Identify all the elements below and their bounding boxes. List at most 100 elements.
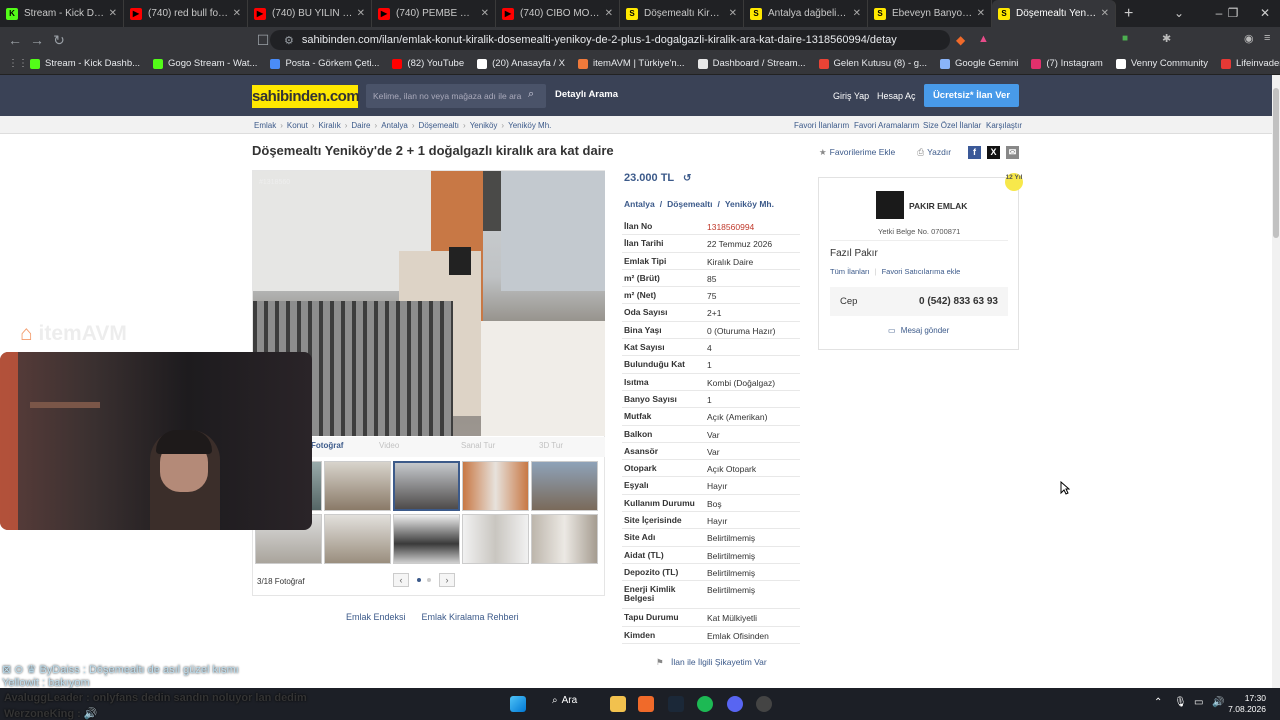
close-tab-icon[interactable]: ✕ — [109, 8, 117, 19]
breadcrumb-item[interactable]: Kiralık — [318, 121, 340, 130]
add-favorite-link[interactable]: Favorilerime Ekle — [830, 147, 896, 158]
bookmark-item[interactable]: Lifeinvader - VennyV — [1220, 58, 1280, 69]
thumbnail-active[interactable] — [393, 461, 460, 511]
close-tab-icon[interactable]: ✕ — [605, 8, 613, 19]
bookmark-item[interactable]: Gelen Kutusu (8) - g... — [818, 58, 927, 69]
start-icon[interactable] — [510, 696, 526, 712]
emlak-index-link[interactable]: Emlak Endeksi — [346, 612, 406, 622]
compare-link[interactable]: Karşılaştır — [986, 121, 1022, 130]
browser-tab[interactable]: S Döşemealtı Kiralık Müstakil ✕ — [620, 0, 744, 27]
close-tab-icon[interactable]: ✕ — [853, 8, 861, 19]
close-tab-icon[interactable]: ✕ — [1101, 8, 1109, 19]
bookmark-item[interactable]: Gogo Stream - Wat... — [153, 58, 257, 69]
close-tab-icon[interactable]: ✕ — [481, 8, 489, 19]
taskbar-clock[interactable]: 17:30 7.08.2026 — [1228, 693, 1266, 715]
bookmark-item[interactable]: (7) Instagram — [1031, 58, 1103, 69]
obs-icon[interactable] — [756, 696, 772, 712]
search-icon[interactable]: ⌕ — [528, 88, 534, 101]
location-neighborhood[interactable]: Yeniköy Mh. — [725, 199, 774, 209]
location-city[interactable]: Antalya — [624, 199, 655, 209]
rental-guide-link[interactable]: Emlak Kiralama Rehberi — [422, 612, 519, 622]
browser-tab[interactable]: K Stream - Kick Dashboard ✕ — [0, 0, 124, 27]
location-district[interactable]: Döşemealtı — [667, 199, 712, 209]
taskbar-search[interactable]: ⌕ Ara — [552, 695, 577, 706]
maximize-icon[interactable]: ❐ — [1218, 0, 1248, 27]
network-icon[interactable]: ▭ — [1194, 697, 1203, 708]
thumbnail[interactable] — [531, 461, 598, 511]
pager-dot[interactable] — [427, 578, 431, 582]
breadcrumb-item[interactable]: Yeniköy Mh. — [508, 121, 551, 130]
microphone-icon[interactable]: 🎙 — [1174, 697, 1187, 708]
bookmark-item[interactable]: (82) YouTube — [392, 58, 464, 69]
bookmark-item[interactable]: Posta - Görkem Çeti... — [270, 58, 379, 69]
tab-photo[interactable]: Fotoğraf — [311, 441, 343, 450]
detailed-search-link[interactable]: Detaylı Arama — [555, 89, 618, 100]
apps-icon[interactable]: ⋮⋮ — [8, 58, 28, 69]
browser-tab[interactable]: S Antalya dağbelinde kiralık ✕ — [744, 0, 868, 27]
rewards-icon[interactable]: ▲ — [978, 33, 989, 45]
file-explorer-icon[interactable] — [610, 696, 626, 712]
brave-shield-icon[interactable]: ◆ — [956, 33, 965, 47]
sahibinden-logo[interactable]: sahibinden.com — [252, 85, 360, 108]
menu-icon[interactable]: ≡ — [1264, 32, 1270, 44]
phone-number[interactable]: 0 (542) 833 63 93 — [919, 296, 998, 307]
next-page-button[interactable]: › — [439, 573, 455, 587]
x-twitter-icon[interactable]: X — [987, 146, 1000, 159]
breadcrumb-item[interactable]: Emlak — [254, 121, 276, 130]
browser-tab[interactable]: S Döşemealtı Yeniköy'de ✕ — [992, 0, 1116, 27]
browser-tab[interactable]: ▶ (740) BU YILIN EN BÜYÜK ✕ — [248, 0, 372, 27]
complaint-link[interactable]: ⚑ İlan ile İlgili Şikayetim Var — [656, 657, 767, 668]
thumbnail[interactable] — [324, 514, 391, 564]
tab-search-icon[interactable]: ⌄ — [1164, 0, 1194, 27]
bookmark-item[interactable]: Dashboard / Stream... — [697, 58, 806, 69]
price-history-icon[interactable]: ↺ — [683, 173, 691, 184]
thumbnail[interactable] — [531, 514, 598, 564]
breadcrumb-item[interactable]: Döşemealtı — [419, 121, 459, 130]
url-input[interactable]: ⚙ sahibinden.com/ilan/emlak-konut-kirali… — [270, 30, 950, 50]
browser-tab[interactable]: ▶ (740) CİBO MOMENTS | U ✕ — [496, 0, 620, 27]
thumbnail[interactable] — [462, 461, 529, 511]
thumbnail[interactable] — [393, 514, 460, 564]
bookmark-item[interactable]: Stream - Kick Dashb... — [30, 58, 140, 69]
tab-virtual-tour[interactable]: Sanal Tur — [461, 441, 495, 450]
reload-icon[interactable]: ↻ — [48, 32, 70, 49]
agency-logo[interactable] — [876, 191, 904, 219]
breadcrumb-item[interactable]: Antalya — [381, 121, 408, 130]
thumbnail[interactable] — [324, 461, 391, 511]
breadcrumb-item[interactable]: Yeniköy — [470, 121, 498, 130]
volume-icon[interactable]: 🔊 — [1212, 697, 1224, 708]
breadcrumb-item[interactable]: Daire — [351, 121, 370, 130]
favorite-seller-link[interactable]: Favori Satıcılarıma ekle — [882, 267, 961, 276]
tab-3d-tour[interactable]: 3D Tur — [539, 441, 563, 450]
spotify-icon[interactable] — [697, 696, 713, 712]
browser-tab[interactable]: ▶ (740) PEMBE MONSTER | ✕ — [372, 0, 496, 27]
page-scrollbar-thumb[interactable] — [1273, 88, 1279, 238]
tray-chevron-icon[interactable]: ⌃ — [1154, 697, 1162, 708]
agency-name[interactable]: PAKIR EMLAK — [909, 201, 967, 211]
forward-icon[interactable]: → — [26, 32, 48, 48]
print-link[interactable]: Yazdır — [927, 147, 951, 158]
steam-icon[interactable] — [668, 696, 684, 712]
browser-tab[interactable]: ▶ (740) red bull formulaz - ✕ — [124, 0, 248, 27]
vpn-icon[interactable]: ◉ — [1244, 32, 1254, 45]
prev-page-button[interactable]: ‹ — [393, 573, 409, 587]
close-tab-icon[interactable]: ✕ — [357, 8, 365, 19]
search-input[interactable]: Kelime, ilan no veya mağaza adı ile ara — [366, 84, 546, 108]
bookmark-item[interactable]: itemAVM | Türkiye'n... — [578, 58, 685, 69]
tab-video[interactable]: Video — [379, 441, 399, 450]
send-message-button[interactable]: ▭ Mesaj gönder — [888, 326, 949, 335]
email-icon[interactable]: ✉ — [1006, 146, 1019, 159]
bookmark-item[interactable]: Venny Community — [1115, 58, 1208, 69]
pager-dot[interactable] — [417, 578, 421, 582]
site-info-icon[interactable]: ⚙ — [284, 34, 294, 47]
back-icon[interactable]: ← — [4, 32, 26, 48]
favorite-ads-link[interactable]: Favori İlanlarım — [794, 121, 849, 130]
puzzle-icon[interactable]: ✱ — [1162, 32, 1171, 45]
bookmark-item[interactable]: (20) Anasayfa / X — [477, 58, 565, 69]
personal-ads-link[interactable]: Size Özel İlanlar — [923, 121, 981, 130]
register-link[interactable]: Hesap Aç — [877, 91, 916, 101]
thumbnail[interactable] — [462, 514, 529, 564]
extension-icon[interactable]: ■ — [1122, 33, 1128, 44]
breadcrumb-item[interactable]: Konut — [287, 121, 308, 130]
close-tab-icon[interactable]: ✕ — [233, 8, 241, 19]
